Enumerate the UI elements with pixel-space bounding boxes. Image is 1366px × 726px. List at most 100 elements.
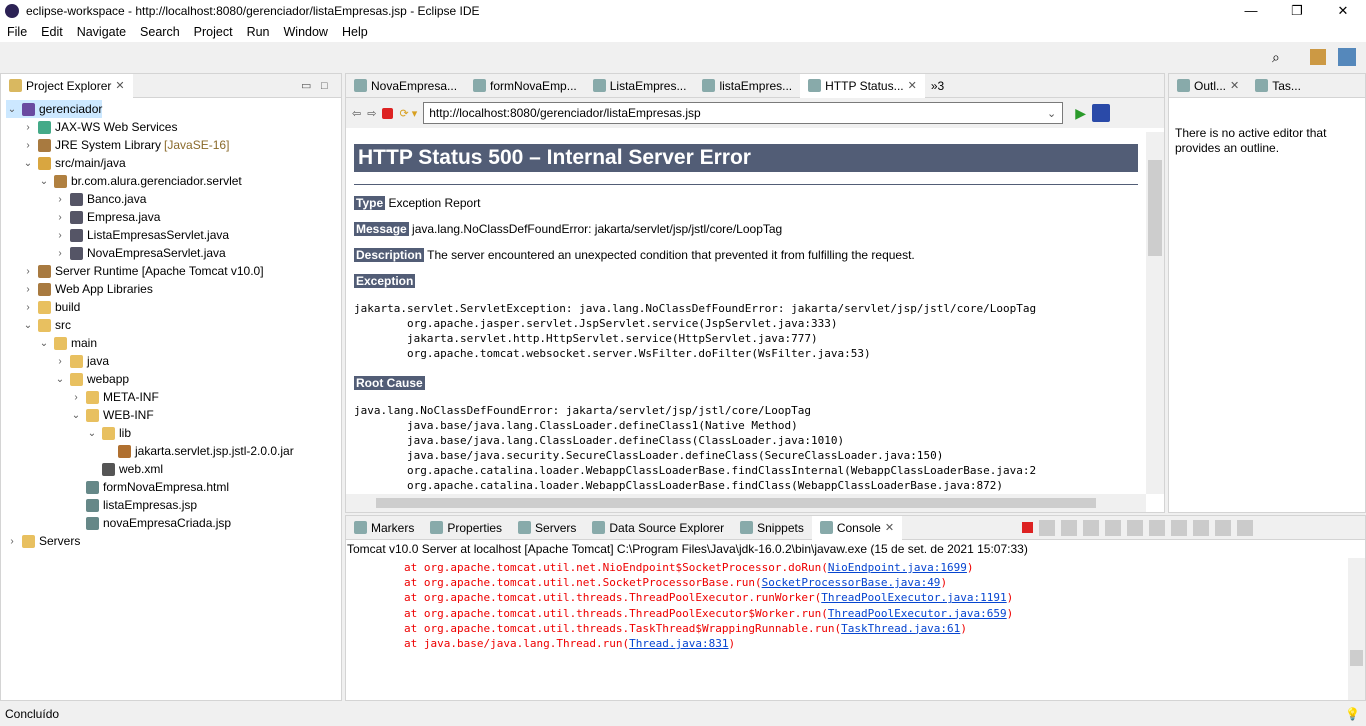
chevron-down-icon[interactable]: ⌄ (54, 374, 66, 385)
tree-item[interactable]: › Server Runtime [Apache Tomcat v10.0] (22, 262, 263, 280)
chevron-right-icon[interactable]: › (22, 284, 34, 295)
tab-novaempresa-[interactable]: NovaEmpresa... (346, 74, 465, 98)
refresh-icon[interactable]: ⟳ ▾ (399, 107, 417, 120)
remove-launch-icon[interactable] (1039, 519, 1055, 536)
tab-snippets[interactable]: Snippets (732, 516, 812, 540)
tree-item[interactable]: › Banco.java (54, 190, 146, 208)
search-icon[interactable]: ⌕ (1272, 49, 1280, 66)
chevron-right-icon[interactable]: › (22, 140, 34, 151)
close-icon[interactable]: ✕ (1230, 79, 1239, 92)
stop-icon[interactable] (382, 107, 394, 119)
tree-item[interactable]: › JRE System Library [JavaSE-16] (22, 136, 229, 154)
tree-item[interactable]: ⌄ src (22, 316, 71, 334)
tab-listaempres-[interactable]: listaEmpres... (694, 74, 800, 98)
tree-item[interactable]: › ListaEmpresasServlet.java (54, 226, 229, 244)
show-stderr-icon[interactable] (1171, 519, 1187, 536)
source-link[interactable]: Thread.java:831 (629, 637, 728, 650)
chevron-down-icon[interactable]: ⌄ (38, 176, 50, 187)
menu-run[interactable]: Run (240, 25, 277, 39)
tab-markers[interactable]: Markers (346, 516, 422, 540)
tree-item[interactable]: › build (22, 298, 80, 316)
source-link[interactable]: SocketProcessorBase.java:49 (762, 576, 941, 589)
menu-window[interactable]: Window (277, 25, 335, 39)
chevron-right-icon[interactable]: › (70, 392, 82, 403)
menu-navigate[interactable]: Navigate (70, 25, 133, 39)
minimize-view-icon[interactable]: ▭ (301, 79, 311, 92)
open-console-icon[interactable] (1237, 519, 1253, 536)
tab-http-status-[interactable]: HTTP Status... ✕ (800, 73, 925, 98)
chevron-right-icon[interactable]: › (54, 356, 66, 367)
tree-item[interactable]: ⌄ br.com.alura.gerenciador.servlet (38, 172, 242, 190)
tree-item[interactable]: › Empresa.java (54, 208, 160, 226)
horizontal-scrollbar[interactable] (346, 494, 1146, 512)
url-input[interactable]: http://localhost:8080/gerenciador/listaE… (423, 102, 1064, 124)
tree-item[interactable]: ⌄ webapp (54, 370, 129, 388)
tree-item[interactable]: ⌄ lib (86, 424, 131, 442)
source-link[interactable]: ThreadPoolExecutor.java:1191 (821, 591, 1006, 604)
web-browser-icon[interactable] (1092, 104, 1111, 122)
chevron-right-icon[interactable]: › (54, 212, 66, 223)
close-button[interactable]: ✕ (1320, 0, 1366, 22)
menu-search[interactable]: Search (133, 25, 187, 39)
tab-servers[interactable]: Servers (510, 516, 584, 540)
tab-console[interactable]: Console ✕ (811, 515, 903, 540)
terminate-icon[interactable] (1022, 522, 1033, 533)
chevron-right-icon[interactable]: › (22, 266, 34, 277)
display-console-icon[interactable] (1215, 519, 1231, 536)
close-icon[interactable]: ✕ (115, 79, 124, 92)
remove-all-icon[interactable] (1061, 519, 1077, 536)
tree-item[interactable]: › NovaEmpresaServlet.java (54, 244, 225, 262)
show-stdout-icon[interactable] (1149, 519, 1165, 536)
more-tabs-button[interactable]: »3 (925, 79, 944, 93)
scroll-lock-icon[interactable] (1105, 519, 1121, 536)
tab-properties[interactable]: Properties (422, 516, 510, 540)
tab-outl-[interactable]: Outl... ✕ (1169, 74, 1247, 98)
maximize-button[interactable]: ❐ (1274, 0, 1320, 22)
tab-project-explorer[interactable]: Project Explorer ✕ (1, 73, 133, 98)
scrollbar-thumb[interactable] (376, 498, 1096, 508)
chevron-down-icon[interactable]: ⌄ (6, 104, 18, 115)
tab-formnovaemp-[interactable]: formNovaEmp... (465, 74, 585, 98)
source-link[interactable]: ThreadPoolExecutor.java:659 (828, 607, 1007, 620)
tree-item[interactable]: web.xml (86, 460, 163, 478)
tree-item[interactable]: › Web App Libraries (22, 280, 153, 298)
tree-item[interactable]: › java (54, 352, 109, 370)
source-link[interactable]: TaskThread.java:61 (841, 622, 960, 635)
tree-item[interactable]: formNovaEmpresa.html (70, 478, 229, 496)
tree-item[interactable]: novaEmpresaCriada.jsp (70, 514, 231, 532)
scrollbar-thumb[interactable] (1148, 160, 1162, 256)
clear-console-icon[interactable] (1083, 519, 1099, 536)
pin-console-icon[interactable] (1193, 519, 1209, 536)
chevron-down-icon[interactable]: ⌄ (22, 320, 34, 331)
chevron-right-icon[interactable]: › (54, 248, 66, 259)
menu-edit[interactable]: Edit (34, 25, 70, 39)
tree-item[interactable]: listaEmpresas.jsp (70, 496, 197, 514)
chevron-right-icon[interactable]: › (6, 536, 18, 547)
chevron-down-icon[interactable]: ⌄ (86, 428, 98, 439)
minimize-button[interactable]: — (1228, 0, 1274, 22)
forward-icon[interactable]: ⇨ (367, 107, 376, 120)
go-icon[interactable]: ▶ (1075, 105, 1086, 122)
menu-help[interactable]: Help (335, 25, 375, 39)
java-ee-perspective-icon[interactable] (1338, 48, 1356, 66)
menu-file[interactable]: File (0, 25, 34, 39)
scrollbar-thumb[interactable] (1350, 650, 1363, 666)
tab-data-source-explorer[interactable]: Data Source Explorer (584, 516, 732, 540)
tree-item[interactable]: › Servers (6, 532, 80, 550)
tree-item[interactable]: ⌄ main (38, 334, 97, 352)
tree-item[interactable]: ⌄ src/main/java (22, 154, 126, 172)
maximize-view-icon[interactable]: □ (321, 80, 328, 92)
tree-item[interactable]: › META-INF (70, 388, 158, 406)
tree-item[interactable]: › JAX-WS Web Services (22, 118, 177, 136)
chevron-down-icon[interactable]: ⌄ (1047, 107, 1056, 120)
chevron-down-icon[interactable]: ⌄ (38, 338, 50, 349)
tree-item[interactable]: ⌄ WEB-INF (70, 406, 154, 424)
tree-item[interactable]: ⌄ gerenciador (6, 100, 103, 118)
chevron-down-icon[interactable]: ⌄ (22, 158, 34, 169)
lightbulb-icon[interactable]: 💡 (1345, 707, 1360, 721)
chevron-right-icon[interactable]: › (22, 122, 34, 133)
menu-project[interactable]: Project (187, 25, 240, 39)
tab-listaempres-[interactable]: ListaEmpres... (585, 74, 695, 98)
chevron-right-icon[interactable]: › (54, 230, 66, 241)
tab-tas-[interactable]: Tas... (1247, 74, 1309, 98)
